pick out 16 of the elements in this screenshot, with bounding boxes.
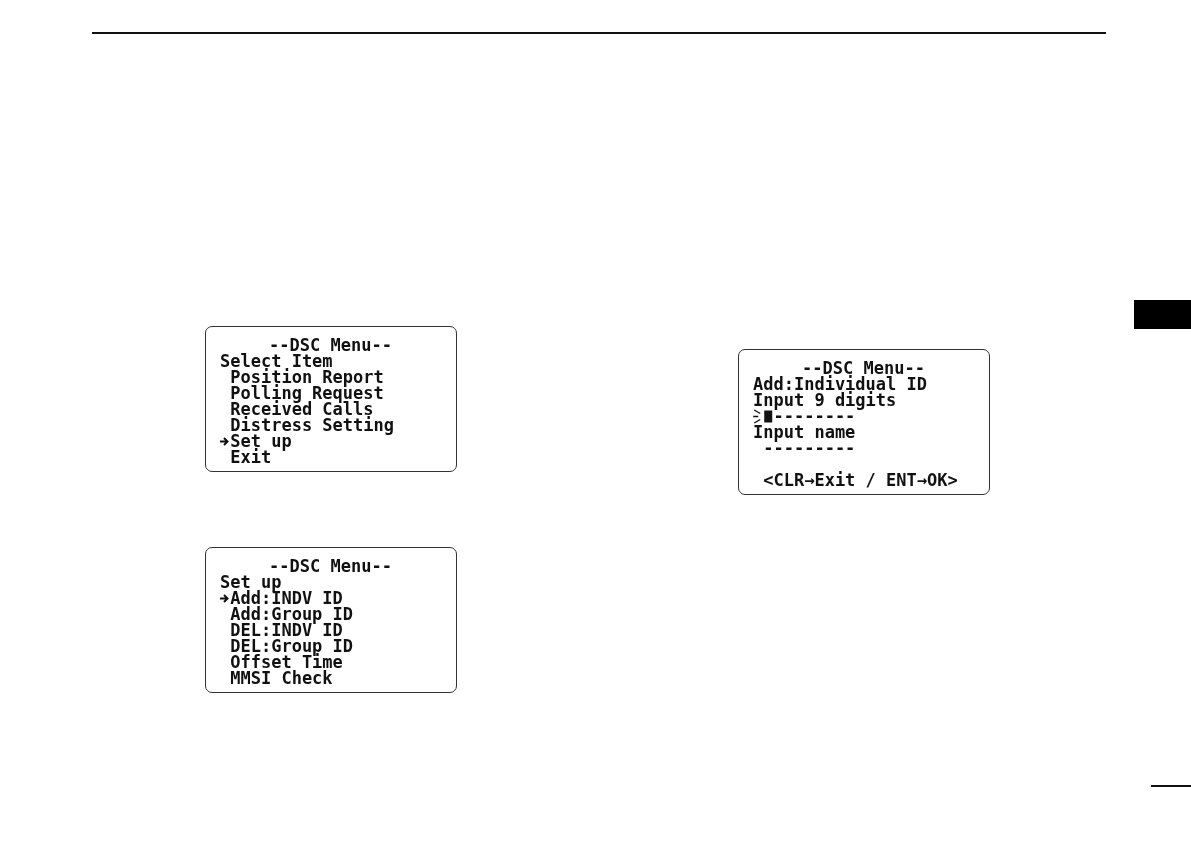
menu-item[interactable]: MMSI Check: [220, 670, 456, 686]
menu-item[interactable]: DEL:Group ID: [220, 638, 456, 654]
menu-item[interactable]: Add:INDV ID: [220, 590, 456, 606]
key-hint-text: <CLR→Exit / ENT→OK>: [763, 471, 958, 489]
menu-item[interactable]: Add:Group ID: [220, 606, 456, 622]
field-label: Input name: [753, 423, 856, 441]
menu-item[interactable]: Polling Request: [220, 385, 456, 401]
screen-title: --DSC Menu--: [269, 336, 392, 354]
menu-item[interactable]: Received Calls: [220, 401, 456, 417]
menu-item[interactable]: Distress Setting: [220, 417, 456, 433]
menu-item[interactable]: Offset Time: [220, 654, 456, 670]
menu-item[interactable]: Position Report: [220, 369, 456, 385]
screen-title: --DSC Menu--: [269, 557, 392, 575]
screen-heading: Set up: [220, 573, 282, 591]
field-label: Input 9 digits: [753, 391, 897, 409]
chapter-tab-marker: [1134, 300, 1191, 329]
